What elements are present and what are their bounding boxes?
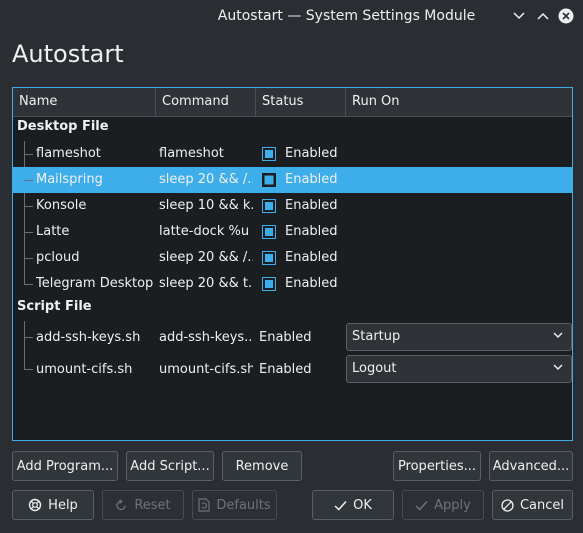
status-checkbox[interactable] [262, 277, 276, 291]
add-program-button[interactable]: Add Program... [12, 451, 118, 481]
chevron-down-icon [553, 332, 563, 338]
table-row[interactable]: add-ssh-keys.sh add-ssh-keys.... Enabled… [13, 323, 572, 353]
maximize-button[interactable] [534, 7, 552, 25]
row-command: sleep 10 && k... [159, 198, 253, 213]
status-checkbox[interactable] [262, 225, 276, 239]
close-icon [558, 8, 574, 24]
apply-button[interactable]: Apply [402, 490, 484, 520]
row-status: Enabled [285, 146, 338, 161]
table-header: Name Command Status Run On [13, 88, 572, 117]
properties-label: Properties... [397, 458, 477, 474]
status-checkbox[interactable] [262, 251, 276, 265]
help-icon [28, 498, 42, 512]
group-desktop-file: Desktop File [17, 119, 109, 134]
add-program-label: Add Program... [16, 458, 114, 474]
chevron-up-icon [537, 12, 549, 20]
ok-button[interactable]: OK [312, 490, 394, 520]
run-on-select[interactable]: Logout [346, 355, 572, 383]
row-command: add-ssh-keys.... [159, 330, 253, 345]
row-status: Enabled [285, 250, 338, 265]
row-command: latte-dock %u [159, 224, 250, 239]
remove-label: Remove [235, 458, 289, 474]
properties-button[interactable]: Properties... [393, 451, 481, 481]
column-header-command[interactable]: Command [156, 88, 256, 116]
reset-label: Reset [134, 497, 171, 513]
reset-button[interactable]: Reset [102, 490, 184, 520]
column-header-status[interactable]: Status [256, 88, 346, 116]
apply-label: Apply [434, 497, 471, 513]
table-row[interactable]: flameshot flameshot Enabled [13, 141, 572, 167]
row-status: Enabled [259, 330, 312, 345]
row-name: add-ssh-keys.sh [36, 330, 141, 345]
cancel-label: Cancel [519, 497, 565, 513]
row-name: Telegram Desktop [36, 276, 154, 291]
row-command: sleep 20 && /... [159, 172, 253, 187]
table-row[interactable]: Mailspring sleep 20 && /... Enabled [13, 167, 572, 193]
advanced-button[interactable]: Advanced... [489, 451, 573, 481]
table-row[interactable]: Telegram Desktop sleep 20 && t... Enable… [13, 271, 572, 297]
reset-icon [116, 498, 126, 510]
table-row[interactable]: Latte latte-dock %u Enabled [13, 219, 572, 245]
column-header-name[interactable]: Name [13, 88, 156, 116]
chevron-down-icon [553, 364, 563, 370]
row-status: Enabled [285, 224, 338, 239]
help-button[interactable]: Help [12, 490, 94, 520]
column-header-run-on[interactable]: Run On [346, 88, 572, 116]
status-checkbox[interactable] [262, 199, 276, 213]
run-on-value: Logout [352, 361, 397, 376]
minimize-button[interactable] [510, 7, 528, 25]
check-icon [415, 500, 428, 511]
status-checkbox[interactable] [262, 173, 276, 187]
page-title: Autostart [12, 40, 124, 68]
row-name: flameshot [36, 146, 101, 161]
run-on-select[interactable]: Startup [346, 323, 572, 351]
window-titlebar: Autostart — System Settings Module [0, 0, 583, 34]
row-name: Konsole [36, 198, 87, 213]
row-status: Enabled [259, 362, 312, 377]
defaults-label: Defaults [216, 497, 271, 513]
row-status: Enabled [285, 276, 338, 291]
ok-label: OK [353, 497, 372, 513]
chevron-down-icon [513, 12, 525, 20]
status-checkbox[interactable] [262, 147, 276, 161]
defaults-button[interactable]: Defaults [192, 490, 277, 520]
add-script-label: Add Script... [130, 458, 210, 474]
row-status: Enabled [285, 172, 338, 187]
help-label: Help [48, 497, 78, 513]
row-command: flameshot [159, 146, 224, 161]
table-row[interactable]: Konsole sleep 10 && k... Enabled [13, 193, 572, 219]
autostart-table[interactable]: Name Command Status Run On Desktop File … [12, 87, 573, 441]
row-command: sleep 20 && /... [159, 250, 253, 265]
row-name: Latte [36, 224, 70, 239]
row-command: umount-cifs.sh [159, 362, 253, 377]
row-status: Enabled [285, 198, 338, 213]
window-title: Autostart — System Settings Module [217, 8, 476, 24]
remove-button[interactable]: Remove [222, 451, 302, 481]
row-name: pcloud [36, 250, 80, 265]
row-command: sleep 20 && t... [159, 276, 253, 291]
advanced-label: Advanced... [492, 458, 570, 474]
table-row[interactable]: pcloud sleep 20 && /... Enabled [13, 245, 572, 271]
row-name: umount-cifs.sh [36, 362, 133, 377]
cancel-button[interactable]: Cancel [492, 490, 573, 520]
close-button[interactable] [557, 7, 575, 25]
row-name: Mailspring [36, 172, 103, 187]
check-icon [334, 500, 347, 511]
document-revert-icon [198, 498, 210, 512]
cancel-icon [501, 498, 514, 512]
table-row[interactable]: umount-cifs.sh umount-cifs.sh Enabled Lo… [13, 355, 572, 385]
run-on-value: Startup [352, 329, 401, 344]
add-script-button[interactable]: Add Script... [126, 451, 214, 481]
group-script-file: Script File [17, 299, 92, 314]
